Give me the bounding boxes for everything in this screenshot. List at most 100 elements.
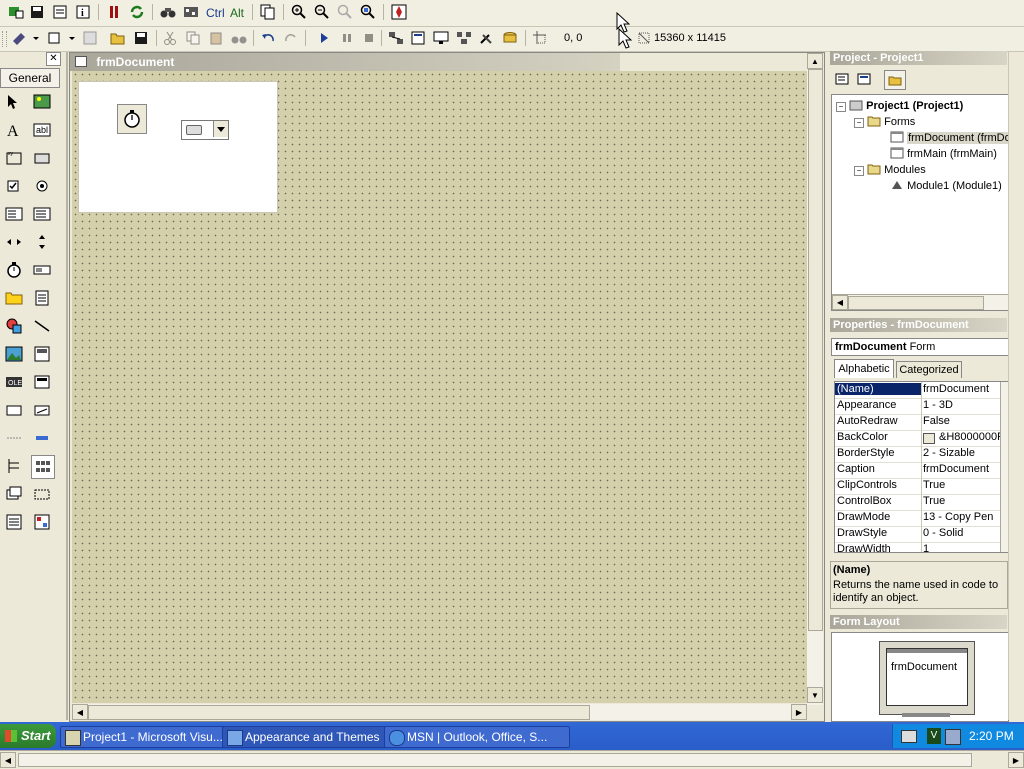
tree-form-frmDocument[interactable]: frmDocument (frmDo [890, 131, 1008, 144]
task-appearance-themes[interactable]: Appearance and Themes [222, 726, 400, 748]
scroll-up-icon[interactable]: ▲ [807, 53, 823, 69]
picturebox-icon[interactable] [31, 91, 53, 113]
label-icon[interactable]: A [3, 119, 25, 141]
property-row[interactable]: ControlBox True [835, 494, 1007, 511]
info-icon[interactable]: i [73, 3, 93, 21]
break-icon[interactable] [337, 29, 357, 47]
extra1-icon[interactable] [31, 371, 53, 393]
scroll-right-icon[interactable]: ▶ [1008, 752, 1024, 768]
property-row[interactable]: ClipControls True [835, 478, 1007, 495]
collapse-icon[interactable]: − [854, 166, 864, 176]
form-canvas[interactable] [72, 71, 807, 703]
vscroll-thumb[interactable] [808, 69, 823, 631]
property-value[interactable]: 1 - 3D [923, 399, 1005, 411]
view-code-icon[interactable] [832, 70, 852, 88]
combobox-icon[interactable] [3, 203, 25, 225]
menu-editor-icon[interactable] [80, 29, 100, 47]
task-vb-project[interactable]: Project1 - Microsoft Visu... [60, 726, 238, 748]
ole-icon[interactable]: OLE [3, 371, 25, 393]
extra4-icon[interactable] [3, 427, 25, 449]
toggle-folders-icon[interactable] [884, 70, 906, 90]
toolbox-icon[interactable] [477, 29, 497, 47]
filelistbox-icon[interactable] [31, 287, 53, 309]
form-layout-icon[interactable] [431, 29, 451, 47]
extra8-icon[interactable] [3, 483, 25, 505]
scroll-left-icon[interactable]: ◀ [832, 295, 848, 310]
tree-module1[interactable]: Module1 (Module1) [890, 179, 1002, 192]
redo-icon[interactable] [281, 29, 301, 47]
find-icon[interactable] [229, 29, 249, 47]
scroll-left-icon[interactable]: ◀ [0, 752, 16, 768]
pointer-icon[interactable] [3, 91, 25, 113]
task-msn-browser[interactable]: MSN | Outlook, Office, S... [384, 726, 570, 748]
property-value[interactable]: &H8000000F [939, 431, 1005, 443]
property-value[interactable]: True [923, 479, 1005, 491]
tree-project-root[interactable]: − Project1 (Project1) [836, 99, 963, 112]
paste-icon[interactable] [206, 29, 226, 47]
extra7-icon[interactable] [31, 455, 55, 479]
layout-form-preview[interactable]: frmDocument [886, 648, 968, 706]
zoom-in-icon[interactable] [289, 3, 309, 21]
properties-icon[interactable] [50, 3, 70, 21]
property-value[interactable]: 1 [923, 543, 1005, 552]
view-object-icon[interactable] [854, 70, 874, 88]
extra3-icon[interactable] [31, 399, 53, 421]
keyboard-tray-icon[interactable] [901, 730, 917, 743]
grid-icon[interactable] [389, 3, 409, 21]
open-icon[interactable] [108, 29, 128, 47]
zoom-out-icon[interactable] [312, 3, 332, 21]
data-view-icon[interactable] [500, 29, 520, 47]
vb-tray-icon[interactable]: V [927, 728, 941, 744]
project-hscrollbar[interactable]: ◀ [832, 294, 1008, 310]
timer-control[interactable] [117, 104, 147, 134]
cut-icon[interactable] [160, 29, 180, 47]
vscrollbar-icon[interactable] [31, 231, 53, 253]
scroll-down-icon[interactable]: ▼ [807, 687, 823, 703]
property-row[interactable]: BorderStyle 2 - Sizable [835, 446, 1007, 463]
copy-disabled-icon[interactable] [183, 29, 203, 47]
property-value[interactable]: frmDocument [923, 463, 1005, 475]
line-icon[interactable] [31, 315, 53, 337]
frame-icon[interactable]: xy [3, 147, 25, 169]
toolbox-tab-general[interactable]: General [0, 68, 60, 88]
tree-form-frmMain[interactable]: frmMain (frmMain) [890, 147, 997, 160]
extra2-icon[interactable] [3, 399, 25, 421]
collapse-icon[interactable]: − [854, 118, 864, 128]
taskbar-clock[interactable]: 2:20 PM [969, 729, 1014, 743]
listbox-icon[interactable] [31, 203, 53, 225]
data-icon[interactable] [31, 343, 53, 365]
zoom-fit-icon[interactable] [358, 3, 378, 21]
tab-alphabetic[interactable]: Alphabetic [834, 359, 894, 378]
project-explorer-icon[interactable] [386, 29, 406, 47]
save-project-icon[interactable] [131, 29, 151, 47]
save-icon[interactable] [27, 3, 47, 21]
bottom-scrollbar[interactable]: ◀ ▶ [0, 750, 1024, 769]
hscroll-thumb[interactable] [88, 705, 590, 720]
project-hscroll-thumb[interactable] [848, 296, 984, 310]
designer-vscrollbar[interactable]: ▲ ▼ [807, 53, 823, 705]
add-project-dropdown-icon[interactable] [10, 29, 40, 47]
property-value[interactable]: frmDocument [923, 383, 1005, 395]
extra11-icon[interactable] [31, 511, 53, 533]
collapse-icon[interactable]: − [836, 102, 846, 112]
add-form-dropdown-icon[interactable] [46, 29, 76, 47]
property-value[interactable]: True [923, 495, 1005, 507]
property-row[interactable]: DrawStyle 0 - Solid [835, 526, 1007, 543]
network-tray-icon[interactable] [945, 729, 961, 745]
hscrollbar-icon[interactable] [3, 231, 25, 253]
textbox-icon[interactable]: abl [31, 119, 53, 141]
tree-modules-folder[interactable]: − Modules [854, 163, 926, 176]
timer-icon[interactable] [3, 259, 25, 281]
property-value[interactable]: 2 - Sizable [923, 447, 1005, 459]
undo-icon[interactable] [258, 29, 278, 47]
scroll-left-icon[interactable]: ◀ [72, 704, 88, 720]
extra9-icon[interactable] [31, 483, 53, 505]
object-browser-icon[interactable] [454, 29, 474, 47]
tab-categorized[interactable]: Categorized [896, 361, 962, 378]
scroll-right-icon[interactable]: ▶ [791, 704, 807, 720]
combo-control[interactable] [181, 120, 229, 140]
combo-dropdown-icon[interactable] [213, 121, 228, 137]
property-row[interactable]: BackColor &H8000000F [835, 430, 1007, 447]
property-row[interactable]: Appearance 1 - 3D [835, 398, 1007, 415]
property-row[interactable]: DrawMode 13 - Copy Pen [835, 510, 1007, 527]
